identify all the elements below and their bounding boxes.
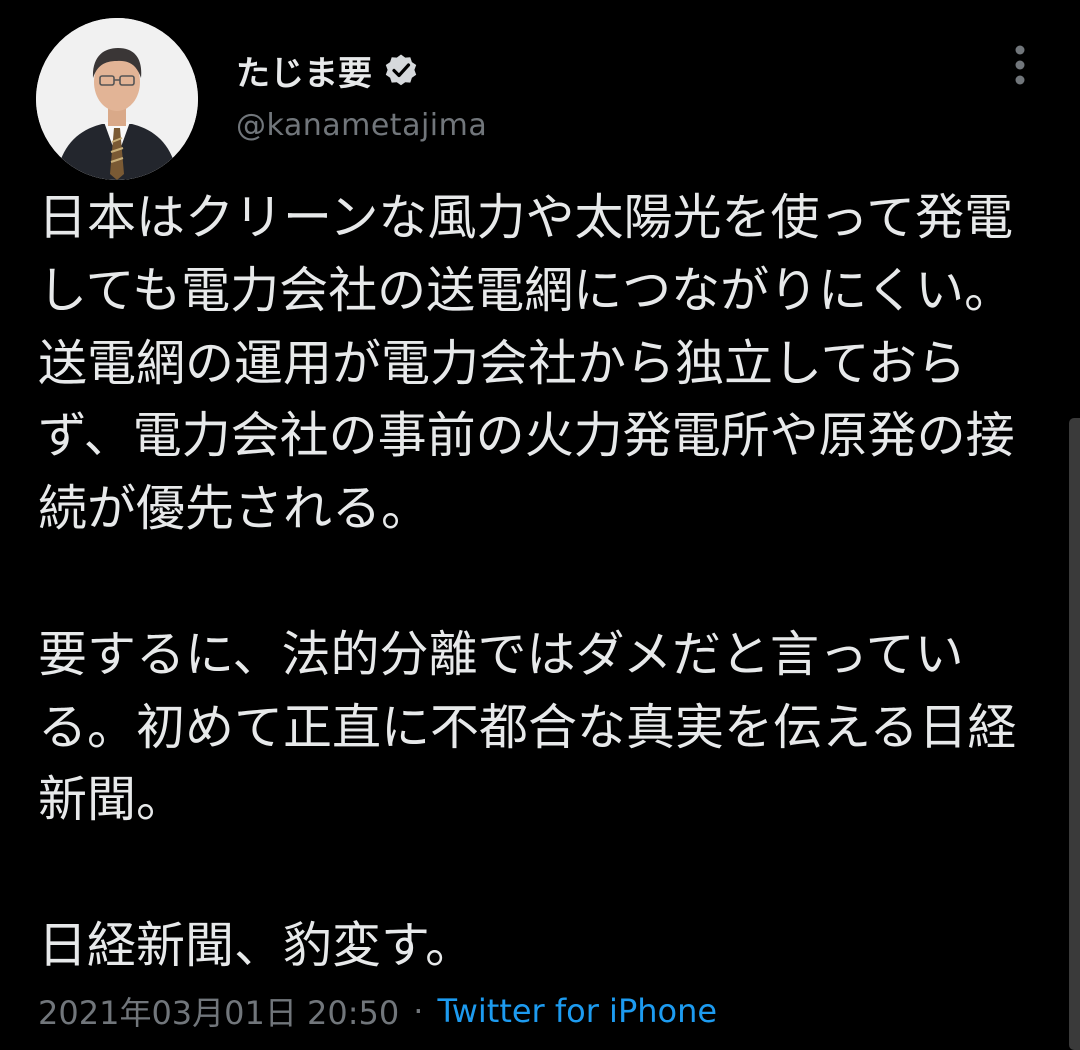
tweet-timestamp[interactable]: 2021年03月01日 20:50 (38, 988, 399, 1034)
display-name[interactable]: たじま要 (236, 44, 418, 96)
tweet-paragraph: 日経新聞、豹変す。 (38, 916, 475, 974)
tweet-text: 日本はクリーンな風力や太陽光を使って発電しても電力会社の送電網につながりにくい。… (38, 182, 1048, 983)
tweet-source-link[interactable]: Twitter for iPhone (437, 992, 717, 1030)
user-avatar-photo (36, 18, 198, 180)
display-name-text[interactable]: たじま要 (236, 46, 372, 95)
verified-badge-icon (384, 53, 418, 87)
more-options-button[interactable] (1000, 40, 1040, 90)
scrollbar[interactable] (1069, 418, 1080, 1050)
tweet-paragraph: 要するに、法的分離ではダメだと言っている。初めて正直に不都合な真実を伝える日経新… (38, 625, 1017, 829)
tweet-paragraph: 日本はクリーンな風力や太陽光を使って発電しても電力会社の送電網につながりにくい。… (38, 189, 1015, 538)
tweet-metadata: 2021年03月01日 20:50 · Twitter for iPhone (38, 988, 717, 1034)
meta-separator: · (413, 992, 424, 1030)
user-handle[interactable]: @kanametajima (236, 108, 487, 143)
avatar[interactable] (36, 18, 198, 180)
vertical-ellipsis-icon (1015, 45, 1025, 85)
